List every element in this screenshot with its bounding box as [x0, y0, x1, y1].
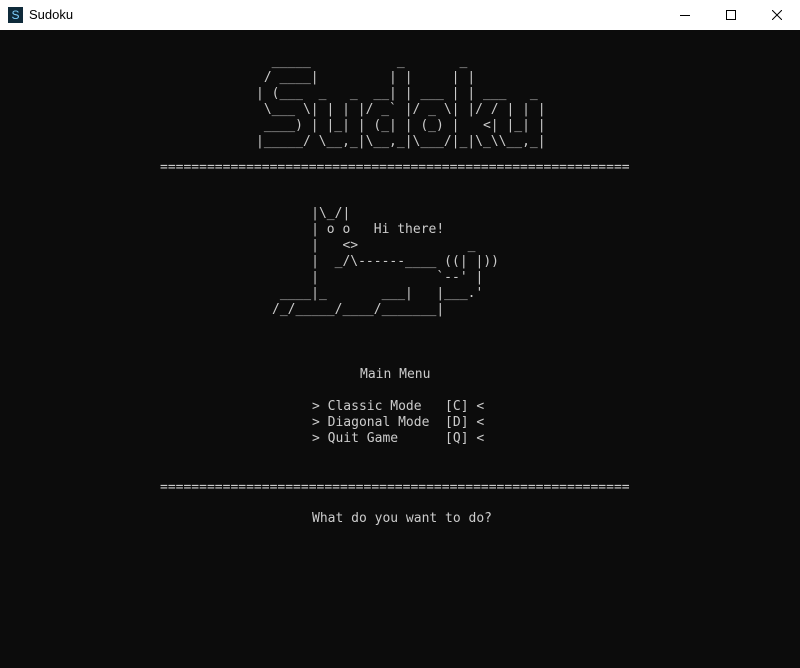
- window-title: Sudoku: [29, 7, 74, 22]
- app-terminal-icon: S: [8, 7, 23, 23]
- console-output[interactable]: _____ _ _ / ____| | | | | | (___ _ _ __|…: [0, 30, 800, 668]
- maximize-icon: [726, 10, 736, 20]
- maximize-button[interactable]: [708, 0, 754, 30]
- separator-top: ========================================…: [160, 160, 630, 175]
- cat-ascii-art: |\_/| | o o Hi there! | <> _ | _/\------…: [272, 206, 499, 317]
- close-button[interactable]: [754, 0, 800, 30]
- minimize-icon: [680, 15, 690, 16]
- sudoku-ascii-logo: _____ _ _ / ____| | | | | | (___ _ _ __|…: [256, 54, 546, 149]
- menu-option-quit: > Quit Game [Q] <: [312, 431, 485, 446]
- menu-option-classic: > Classic Mode [C] <: [312, 399, 485, 414]
- title-bar: S Sudoku: [0, 0, 800, 30]
- close-icon: [772, 10, 782, 20]
- input-prompt: What do you want to do?: [312, 511, 493, 526]
- separator-bottom: ========================================…: [160, 480, 630, 495]
- menu-option-diagonal: > Diagonal Mode [D] <: [312, 415, 485, 430]
- minimize-button[interactable]: [662, 0, 708, 30]
- menu-title: Main Menu: [360, 367, 431, 382]
